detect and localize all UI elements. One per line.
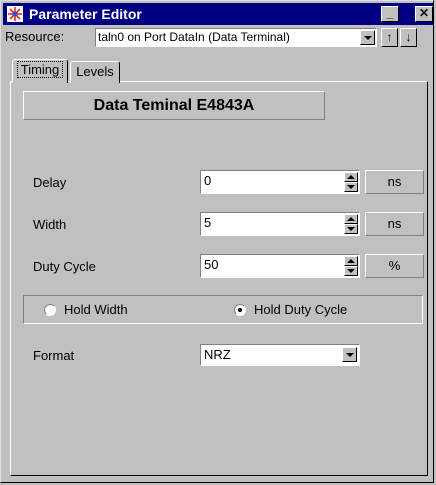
hold-duty-cycle-label: Hold Duty Cycle <box>254 302 348 317</box>
resource-label: Resource: <box>5 29 65 44</box>
width-unit-button[interactable]: ns <box>365 212 424 236</box>
duty-cycle-spinner[interactable] <box>344 256 358 276</box>
tab-timing-label: Timing <box>16 61 64 78</box>
resource-select[interactable]: taln0 on Port DataIn (Data Terminal) <box>95 28 377 47</box>
width-label: Width <box>33 217 67 232</box>
close-button[interactable]: ✕ <box>415 6 433 22</box>
duty-cycle-input[interactable]: 50 <box>200 254 360 278</box>
format-dropdown-button[interactable] <box>342 347 357 362</box>
hold-width-radio[interactable]: Hold Width <box>44 302 128 317</box>
resource-row: Resource: taln0 on Port DataIn (Data Ter… <box>3 27 435 47</box>
device-header: Data Teminal E4843A <box>23 91 325 120</box>
duty-cycle-label: Duty Cycle <box>33 259 96 274</box>
hold-width-radio-circle[interactable] <box>44 304 56 316</box>
width-spinner[interactable] <box>344 214 358 234</box>
hold-mode-group: Hold Width Hold Duty Cycle <box>23 295 423 324</box>
hold-duty-cycle-radio[interactable]: Hold Duty Cycle <box>234 302 347 317</box>
format-label: Format <box>33 348 75 363</box>
window-title: Parameter Editor <box>29 6 142 22</box>
delay-unit-button[interactable]: ns <box>365 170 424 194</box>
width-value: 5 <box>204 215 212 230</box>
width-increment-button[interactable] <box>344 214 358 224</box>
hold-duty-cycle-radio-circle[interactable] <box>234 304 246 316</box>
delay-input[interactable]: 0 <box>200 170 360 194</box>
delay-decrement-button[interactable] <box>344 182 358 192</box>
tab-levels-label: Levels <box>76 64 114 79</box>
parameter-editor-window: Parameter Editor _ ✕ Resource: taln0 on … <box>0 0 434 483</box>
next-resource-button[interactable]: ↓ <box>400 28 417 47</box>
format-select[interactable]: NRZ <box>200 344 360 366</box>
resource-dropdown-button[interactable] <box>360 30 375 45</box>
duty-cycle-increment-button[interactable] <box>344 256 358 266</box>
minimize-button[interactable]: _ <box>381 6 399 22</box>
delay-increment-button[interactable] <box>344 172 358 182</box>
tab-timing[interactable]: Timing <box>12 59 68 83</box>
hold-width-label: Hold Width <box>64 302 128 317</box>
width-input[interactable]: 5 <box>200 212 360 236</box>
previous-resource-button[interactable]: ↑ <box>381 28 398 47</box>
format-value: NRZ <box>204 347 231 362</box>
resource-value: taln0 on Port DataIn (Data Terminal) <box>98 30 290 44</box>
delay-spinner[interactable] <box>344 172 358 192</box>
width-decrement-button[interactable] <box>344 224 358 234</box>
delay-label: Delay <box>33 175 67 190</box>
parameter-editor-icon <box>7 6 23 22</box>
duty-cycle-decrement-button[interactable] <box>344 266 358 276</box>
delay-value: 0 <box>204 173 212 188</box>
title-bar[interactable]: Parameter Editor _ ✕ <box>3 3 433 25</box>
duty-cycle-value: 50 <box>204 257 219 272</box>
tab-levels[interactable]: Levels <box>70 61 120 83</box>
duty-cycle-unit-button[interactable]: % <box>365 254 424 278</box>
tab-panel <box>10 81 428 476</box>
